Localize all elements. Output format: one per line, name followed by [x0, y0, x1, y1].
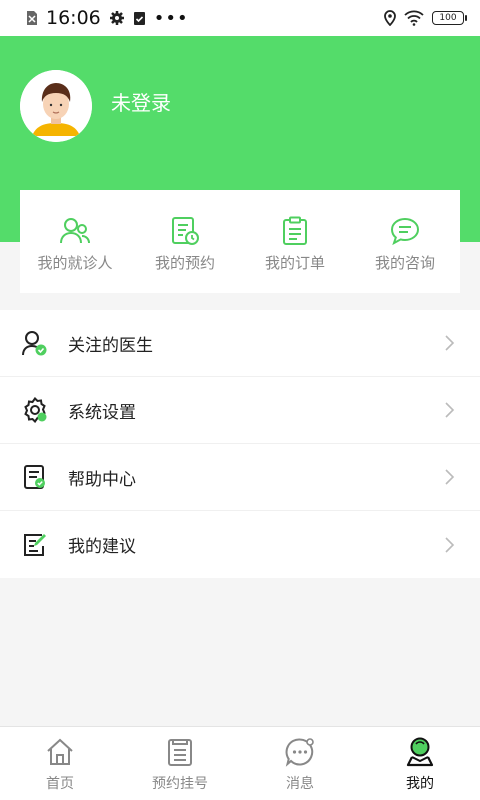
quick-action-consult[interactable]: 我的咨询: [350, 190, 460, 293]
quick-action-label: 我的预约: [154, 254, 215, 272]
more-dots-icon: •••: [153, 7, 189, 29]
message-icon: [285, 738, 314, 767]
menu-item-label: 关注的医生: [68, 335, 153, 356]
menu-item-label: 我的建议: [68, 537, 136, 557]
register-icon: [168, 739, 192, 766]
feedback-icon: [24, 533, 46, 556]
settings-icon: [24, 397, 47, 423]
chevron-right-icon: [445, 469, 455, 485]
battery-indicator: 100: [432, 11, 467, 25]
help-center-icon: [24, 465, 45, 489]
quick-action-appointments[interactable]: 我的预约: [130, 190, 240, 293]
settings-menu: 关注的医生 系统设置 帮助中心 我的建议: [0, 310, 480, 578]
chevron-right-icon: [445, 536, 455, 553]
avatar[interactable]: [20, 70, 92, 142]
tab-register[interactable]: 预约挂号: [120, 727, 240, 800]
appointment-icon: [172, 217, 199, 245]
location-icon: [384, 10, 396, 26]
menu-item-feedback[interactable]: 我的建议: [0, 511, 480, 578]
tab-messages[interactable]: 消息: [240, 727, 360, 800]
home-icon: [47, 738, 73, 765]
nav-label: 我的: [406, 776, 434, 792]
tab-home[interactable]: 首页: [0, 727, 120, 800]
quick-action-patients[interactable]: 我的就诊人: [20, 190, 130, 293]
menu-item-label: 系统设置: [68, 402, 136, 423]
quick-action-orders[interactable]: 我的订单: [240, 190, 350, 293]
nav-label: 消息: [286, 776, 314, 792]
profile-icon: [406, 737, 434, 767]
nav-label: 首页: [46, 776, 74, 792]
order-icon: [283, 216, 307, 245]
consult-icon: [390, 217, 420, 246]
tab-profile[interactable]: 我的: [360, 727, 480, 800]
gear-icon: [109, 11, 124, 25]
menu-item-label: 帮助中心: [68, 469, 136, 490]
menu-item-followed-doctors[interactable]: 关注的医生: [0, 310, 480, 377]
quick-action-label: 我的咨询: [374, 254, 435, 272]
wifi-icon: [404, 10, 424, 26]
followed-doctor-icon: [22, 331, 47, 356]
quick-action-label: 我的就诊人: [37, 254, 113, 272]
quick-action-label: 我的订单: [264, 254, 325, 272]
bottom-nav: 首页 预约挂号 消息 我的: [0, 726, 480, 800]
menu-item-help-center[interactable]: 帮助中心: [0, 444, 480, 511]
clipboard-check-icon: [133, 12, 145, 25]
sim-icon: [27, 11, 37, 25]
nav-label: 预约挂号: [152, 776, 208, 792]
chevron-right-icon: [445, 335, 455, 351]
quick-actions-card: 我的就诊人 我的预约 我的订单 我的咨询: [20, 190, 460, 293]
login-status-link[interactable]: 未登录: [111, 87, 171, 116]
patients-icon: [60, 218, 90, 244]
status-bar: 16:06 ••• 100: [0, 0, 480, 36]
menu-item-settings[interactable]: 系统设置: [0, 377, 480, 444]
chevron-right-icon: [445, 402, 455, 418]
status-time: 16:06: [46, 7, 101, 29]
